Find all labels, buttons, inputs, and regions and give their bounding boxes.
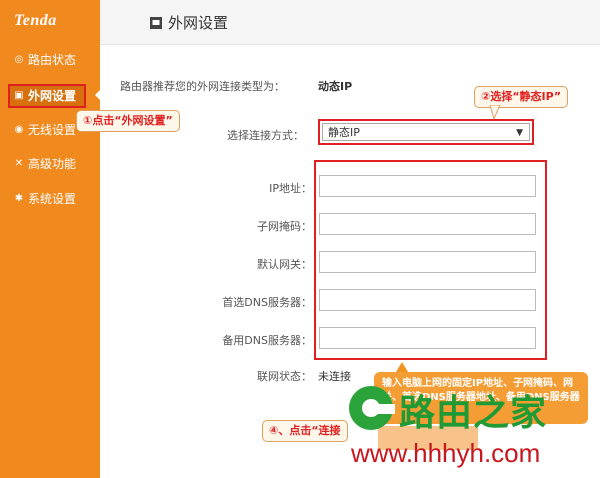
gateway-label: 默认网关： <box>257 258 312 271</box>
watermark-url: www.hhhyh.com <box>351 438 541 468</box>
status-icon: ◎ <box>14 54 24 65</box>
subnet-mask-input[interactable] <box>319 213 536 235</box>
ip-address-label: IP地址： <box>269 182 312 195</box>
active-indicator-arrow <box>95 88 102 102</box>
wifi-icon: ◉ <box>14 124 24 135</box>
secondary-dns-label: 备用DNS服务器： <box>222 334 312 347</box>
connection-type-value: 静态IP <box>328 126 360 139</box>
wan-icon <box>150 17 162 29</box>
sidebar-item-label: 外网设置 <box>28 89 77 103</box>
recommend-value: 动态IP <box>318 80 353 93</box>
connection-type-label: 选择连接方式： <box>227 129 304 142</box>
sidebar-item-label: 高级功能 <box>28 157 77 171</box>
page-title: 外网设置 <box>168 14 229 32</box>
secondary-dns-input[interactable] <box>319 327 536 349</box>
sidebar: Tenda ◎ 路由状态 ▣ 外网设置 ◉ 无线设置 ✕ 高级功能 ✱ 系统设置 <box>0 0 100 478</box>
chevron-down-icon: ▼ <box>516 128 523 138</box>
callout-step4: ④、点击“连接 <box>262 420 348 442</box>
connection-status-label: 联网状态： <box>257 370 312 383</box>
sidebar-item-label: 无线设置 <box>28 123 77 137</box>
recommend-label: 路由器推荐您的外网连接类型为： <box>120 80 285 93</box>
sidebar-item-router-status[interactable]: ◎ 路由状态 <box>14 50 76 70</box>
primary-dns-label: 首选DNS服务器： <box>222 296 312 309</box>
sidebar-item-system-settings[interactable]: ✱ 系统设置 <box>14 189 76 209</box>
sidebar-item-label: 系统设置 <box>28 192 77 206</box>
ip-address-input[interactable] <box>319 175 536 197</box>
connection-type-select[interactable]: 静态IP ▼ <box>322 123 530 141</box>
sidebar-item-wan-settings[interactable]: ▣ 外网设置 <box>8 84 86 108</box>
sidebar-item-label: 路由状态 <box>28 53 77 67</box>
sidebar-item-wireless-settings[interactable]: ◉ 无线设置 <box>14 120 76 140</box>
subnet-mask-label: 子网掩码： <box>257 220 312 233</box>
sidebar-item-advanced[interactable]: ✕ 高级功能 <box>14 154 76 174</box>
wan-icon: ▣ <box>14 90 24 101</box>
primary-dns-input[interactable] <box>319 289 536 311</box>
watermark-text: 路由之家 <box>399 393 548 434</box>
tools-icon: ✕ <box>14 158 24 169</box>
watermark: 路由之家 www.hhhyh.com <box>345 380 595 472</box>
watermark-logo-icon <box>349 386 395 430</box>
callout-step1: ①点击“外网设置” <box>76 110 180 132</box>
gear-icon: ✱ <box>14 193 24 204</box>
tooltip-tail <box>396 362 408 372</box>
gateway-input[interactable] <box>319 251 536 273</box>
tenda-logo: Tenda <box>14 12 57 29</box>
